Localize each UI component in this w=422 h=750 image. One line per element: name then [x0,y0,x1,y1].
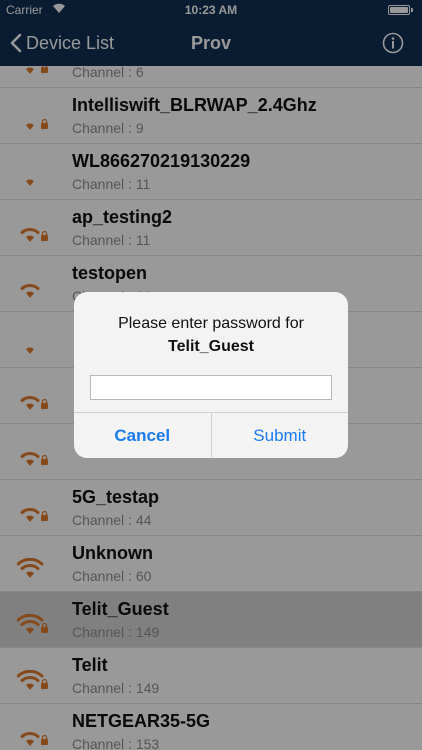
dialog-overlay: Please enter password for Telit_Guest Ca… [0,0,422,750]
dialog-buttons: Cancel Submit [74,412,348,458]
dialog-network-name: Telit_Guest [168,338,254,355]
submit-button[interactable]: Submit [212,413,349,458]
cancel-button[interactable]: Cancel [74,413,212,458]
password-input[interactable] [90,375,332,400]
password-dialog: Please enter password for Telit_Guest Ca… [74,292,348,458]
dialog-title: Please enter password for Telit_Guest [86,312,336,358]
dialog-message: Please enter password for [118,315,304,332]
